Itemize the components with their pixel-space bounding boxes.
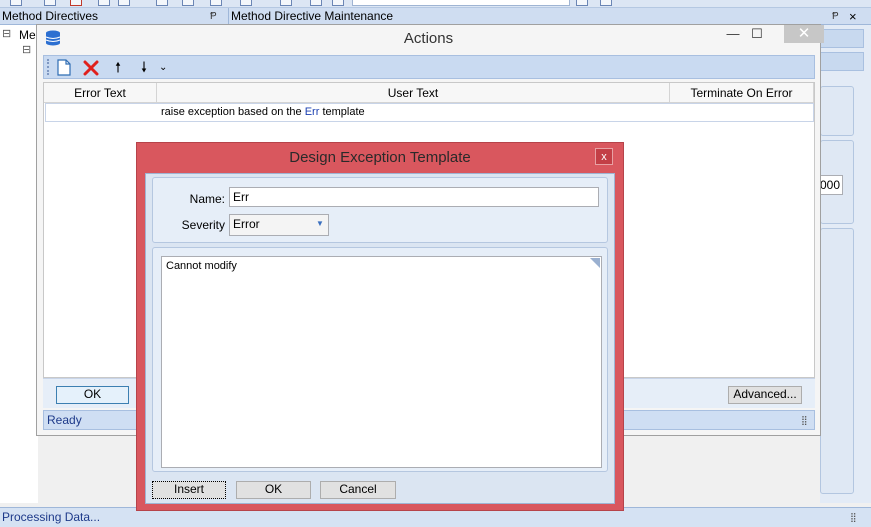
message-group: Cannot modify [152,247,608,472]
toolbar-icon[interactable] [576,0,588,6]
toolbar-icon[interactable] [600,0,612,6]
pin-icon[interactable]: Ᵽ [210,8,217,25]
dialog-close-button[interactable]: x [595,148,613,165]
right-pane-field-value: 000 [820,178,841,192]
move-up-icon[interactable]: 🠕 [109,59,127,77]
advanced-button[interactable]: Advanced... [728,386,802,404]
toolbar-overflow-icon[interactable]: ⌄ [159,62,167,73]
left-panel-title: Method Directives [2,9,99,23]
toolbar-icon[interactable] [44,0,56,6]
right-pane-group [820,228,854,494]
toolbar-icon[interactable] [210,0,222,6]
insert-button[interactable]: Insert [152,481,226,499]
right-pane-group [820,86,854,136]
name-label: Name: [189,192,225,206]
ok-button[interactable]: OK [236,481,311,499]
tree-expander-icon[interactable]: ⊟ [22,43,31,56]
column-header-terminate-on-error[interactable]: Terminate On Error [670,83,814,103]
left-panel-header: Method Directives Ᵽ [0,8,228,25]
toolbar-icon[interactable] [98,0,110,6]
right-panel-title: Method Directive Maintenance [231,9,394,23]
right-pane-bar [820,29,864,48]
toolbar-icon[interactable] [118,0,130,6]
resize-grip-icon[interactable]: ⣿ [850,508,857,527]
chevron-down-icon: ▼ [316,219,324,228]
dialog-title: Design Exception Template [289,149,471,166]
user-text-part: raise exception based on the [161,106,305,118]
severity-value: Error [233,217,260,231]
app-status-text: Processing Data... [2,510,101,524]
tree-node[interactable]: Me [19,28,36,42]
toolbar-icon[interactable] [332,0,344,6]
maximize-button[interactable]: ☐ [742,25,772,43]
top-toolbar-strip [0,0,871,8]
actions-status-text: Ready [47,413,82,427]
right-panel-header: Method Directive Maintenance Ᵽ × [228,8,871,25]
toolbar-icon[interactable] [156,0,168,6]
template-properties-group: Name: Err Severity Error ▼ [152,177,608,243]
cancel-button[interactable]: Cancel [320,481,396,499]
actions-title-bar[interactable]: Actions — ☐ ✕ [37,25,824,52]
tree-expander-icon[interactable]: ⊟ [2,27,11,40]
message-text: Cannot modify [166,260,237,272]
method-tree: ⊟ Me ⊟ [0,25,38,503]
right-pane-field[interactable]: 000 [819,175,843,195]
name-input[interactable]: Err [229,187,599,207]
column-header-error-text[interactable]: Error Text [44,83,157,103]
delete-icon[interactable] [83,60,99,76]
pin-icon[interactable]: Ᵽ [832,8,839,25]
message-textarea[interactable]: Cannot modify [161,256,602,468]
dialog-body: Name: Err Severity Error ▼ Cannot modify… [145,173,615,504]
new-document-icon[interactable] [56,59,72,76]
corner-indicator-icon [590,258,600,268]
severity-label: Severity [181,218,225,232]
actions-toolbar: 🠕 🠗 ⌄ [43,55,815,79]
user-text-part: template [319,106,365,118]
user-text-cell[interactable]: raise exception based on the Err templat… [158,104,670,121]
move-down-icon[interactable]: 🠗 [135,59,153,77]
actions-title: Actions [403,30,454,47]
design-exception-template-dialog: Design Exception Template x Name: Err Se… [136,142,624,511]
toolbar-grip[interactable] [47,59,49,75]
close-icon[interactable]: × [849,8,857,25]
severity-dropdown[interactable]: Error ▼ [229,214,329,236]
toolbar-icon[interactable] [280,0,292,6]
table-row[interactable]: raise exception based on the Err templat… [45,103,814,122]
toolbar-icon[interactable] [240,0,252,6]
template-link[interactable]: Err [305,106,320,118]
right-pane-bar [820,52,864,71]
toolbar-icon[interactable] [182,0,194,6]
delete-icon[interactable] [70,0,82,6]
top-search-box[interactable] [352,0,570,6]
toolbar-icon[interactable] [10,0,22,6]
close-button[interactable]: ✕ [784,25,824,43]
resize-grip-icon[interactable]: ⣿ [801,411,808,429]
ok-button[interactable]: OK [56,386,129,404]
column-header-user-text[interactable]: User Text [157,83,670,103]
toolbar-icon[interactable] [310,0,322,6]
